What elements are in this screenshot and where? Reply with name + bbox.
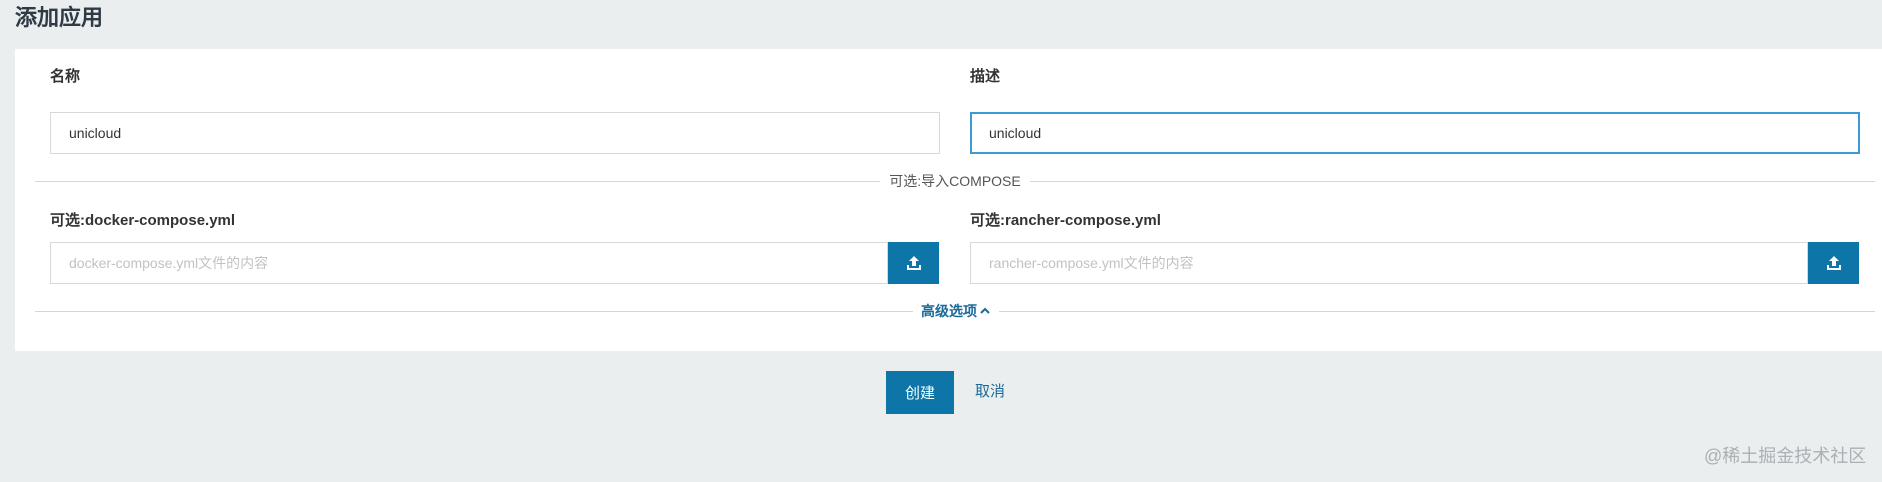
docker-compose-label: 可选:docker-compose.yml: [50, 212, 236, 229]
rancher-compose-label: 可选:rancher-compose.yml: [970, 212, 1161, 229]
watermark: @稀土掘金技术社区: [1704, 446, 1867, 466]
page-title: 添加应用: [15, 5, 104, 30]
create-button[interactable]: 创建: [886, 371, 954, 414]
import-compose-divider-label: 可选:导入COMPOSE: [880, 171, 1030, 191]
rancher-compose-input[interactable]: [970, 242, 1808, 284]
chevron-up-icon: [980, 307, 990, 314]
name-input[interactable]: [50, 112, 940, 154]
upload-icon: [906, 256, 921, 270]
add-app-form-card: 名称 描述 可选:导入COMPOSE 可选:docker-compose.yml…: [15, 49, 1882, 351]
rancher-compose-upload-button[interactable]: [1808, 242, 1859, 284]
docker-compose-upload-button[interactable]: [888, 242, 939, 284]
advanced-options-toggle[interactable]: 高级选项: [913, 301, 999, 321]
description-input[interactable]: [970, 112, 1860, 154]
description-label: 描述: [970, 68, 1001, 85]
docker-compose-input[interactable]: [50, 242, 888, 284]
name-label: 名称: [50, 68, 81, 85]
cancel-link[interactable]: 取消: [975, 382, 1005, 402]
upload-icon: [1826, 256, 1841, 270]
advanced-options-label: 高级选项: [921, 303, 977, 319]
